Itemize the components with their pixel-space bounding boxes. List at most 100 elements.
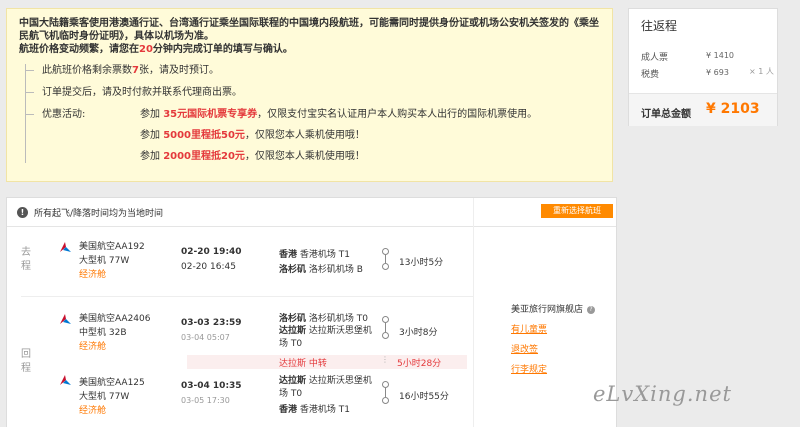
- return-leg1-arrival-time: 03-04 05:07: [181, 333, 230, 342]
- refund-change-link[interactable]: 退改签: [511, 342, 538, 355]
- promo3-post: ，仅限您本人乘机使用哦！: [244, 151, 365, 162]
- american-airlines-logo-icon: [60, 242, 71, 252]
- route-line: [385, 388, 386, 397]
- outbound-departure-time: 02-20 19:40: [181, 247, 242, 257]
- outbound-dep-airport-name: 香港机场 T1: [299, 250, 350, 260]
- transfer-city-name: 达拉斯: [279, 359, 307, 369]
- notice-panel: 中国大陆籍乘客使用港澳通行证、台湾通行证乘坐国际联程的中国境内段航班，可能需同时…: [6, 8, 613, 182]
- baggage-rules-link[interactable]: 行李规定: [511, 362, 547, 375]
- outbound-airline: 美国航空AA192: [79, 242, 145, 252]
- notice-list: 此航班价格剩余票数7张，请及时预订。 订单提交后，请及时付款并联系代理商出票。 …: [25, 64, 602, 163]
- return-leg1-duration: 3小时8分: [399, 328, 438, 338]
- outbound-departure-airport: 香港 香港机场 T1: [279, 247, 350, 260]
- return-leg1-cabin: 经济舱: [79, 342, 107, 352]
- notice-promotions: 优惠活动: 参加 35元国际机票专享券，仅限支付宝实名认证用户本人购买本人出行的…: [26, 108, 602, 163]
- outbound-label: 去程: [21, 247, 31, 272]
- route-start-dot: [382, 316, 389, 323]
- remaining-text-post: 张，请及时预订。: [138, 65, 219, 76]
- promo2-post: ，仅限您本人乘机使用哦！: [244, 130, 365, 141]
- return-leg1-arr-city: 达拉斯: [279, 326, 307, 336]
- passenger-count: × 1 人: [749, 67, 774, 76]
- transfer-row: 达拉斯 中转 ⋮ 5小时28分: [187, 355, 467, 369]
- notice-remaining-tickets: 此航班价格剩余票数7张，请及时预订。: [26, 64, 602, 77]
- segment-separator: [21, 296, 473, 297]
- total-row: 订单总金额 ¥ 2103: [629, 93, 777, 126]
- return-leg2-dep-city: 达拉斯: [279, 376, 307, 386]
- american-airlines-logo-icon: [60, 375, 71, 385]
- tax-value: ¥ 693: [706, 68, 729, 77]
- notice-id-requirement: 中国大陆籍乘客使用港澳通行证、台湾通行证乘坐国际联程的中国境内段航班，可能需同时…: [19, 18, 599, 42]
- return-leg1-dep-airport-name: 洛杉矶机场 T0: [308, 314, 368, 324]
- return-leg2-arrival-time: 03-05 17:30: [181, 396, 230, 405]
- return-leg1-departure-time: 03-03 23:59: [181, 318, 242, 328]
- american-airlines-logo-icon: [60, 314, 71, 324]
- price-change-text-post: 分钟内完成订单的填写与确认。: [152, 44, 293, 55]
- price-change-text-pre: 航班价格变动频繁，请您在: [19, 44, 139, 55]
- promo-row-1: 优惠活动: 参加 35元国际机票专享券，仅限支付宝实名认证用户本人购买本人出行的…: [42, 108, 602, 121]
- trip-type-title: 往返程: [641, 19, 678, 33]
- return-leg1-dep-city: 洛杉矶: [279, 314, 307, 324]
- info-icon: !: [17, 206, 28, 218]
- outbound-arr-airport-name: 洛杉矶机场 B: [308, 265, 363, 275]
- promo1-post: ，仅限支付宝实名认证用户本人购买本人出行的国际机票使用。: [257, 109, 538, 120]
- return-leg2-airline: 美国航空AA125: [79, 378, 145, 388]
- promo-row-2: 参加 5000里程抵50元，仅限您本人乘机使用哦！: [42, 129, 602, 142]
- notice-payment: 订单提交后，请及时付款并联系代理商出票。: [26, 86, 602, 99]
- total-label: 订单总金额: [641, 109, 691, 120]
- outbound-arrival-time: 02-20 16:45: [181, 262, 236, 272]
- price-change-minutes: 20: [139, 44, 153, 55]
- return-leg2-arr-city: 香港: [279, 405, 298, 415]
- outbound-cabin: 经济舱: [79, 270, 107, 280]
- remaining-text-pre: 此航班价格剩余票数: [42, 65, 132, 76]
- transfer-dots-icon: ⋮: [381, 355, 389, 364]
- promo3-highlight: 2000里程抵20元: [163, 151, 245, 162]
- info-icon: ?: [587, 306, 596, 314]
- promo-row-3: 参加 2000里程抵20元，仅限您本人乘机使用哦！: [42, 150, 602, 163]
- return-leg2-cabin: 经济舱: [79, 406, 107, 416]
- return-leg2-aircraft: 大型机 77W: [79, 392, 130, 402]
- route-start-dot: [382, 381, 389, 388]
- child-ticket-link[interactable]: 有儿童票: [511, 322, 547, 335]
- return-leg2-arrival-airport: 香港 香港机场 T1: [279, 402, 350, 415]
- notice-price-change: 航班价格变动频繁，请您在20分钟内完成订单的填写与确认。: [19, 43, 602, 56]
- route-line: [385, 255, 386, 263]
- total-amount: ¥ 2103: [706, 101, 760, 117]
- promo1-pre: 参加: [140, 109, 160, 120]
- reselect-flight-button[interactable]: 重新选择航班: [541, 204, 613, 218]
- return-leg1-airline: 美国航空AA2406: [79, 314, 151, 324]
- return-leg1-aircraft: 中型机 32B: [79, 328, 127, 338]
- transfer-duration: 5小时28分: [397, 359, 442, 369]
- remaining-count: 7: [132, 65, 139, 76]
- return-leg1-departure-airport: 洛杉矶 洛杉矶机场 T0: [279, 311, 368, 324]
- price-summary-panel: 往返程 成人票 ¥ 1410 税费 ¥ 693 × 1 人 订单总金额 ¥ 21…: [628, 8, 778, 126]
- return-leg2-departure-time: 03-04 10:35: [181, 381, 242, 391]
- outbound-arr-city: 洛杉矶: [279, 265, 307, 275]
- return-leg1-arrival-airport: 达拉斯 达拉斯沃思堡机场 T0: [279, 325, 379, 351]
- promo-label: 优惠活动:: [42, 109, 86, 120]
- adult-fare-value: ¥ 1410: [706, 51, 734, 60]
- return-leg2-duration: 16小时55分: [399, 392, 449, 402]
- promo1-highlight: 35元国际机票专享券: [163, 109, 258, 120]
- route-end-dot: [382, 332, 389, 339]
- local-time-note: 所有起飞/降落时间均为当地时间: [34, 208, 164, 219]
- adult-fare-label: 成人票: [641, 53, 669, 63]
- route-start-dot: [382, 248, 389, 255]
- promo3-pre: 参加: [140, 151, 160, 162]
- route-end-dot: [382, 397, 389, 404]
- return-leg2-departure-airport: 达拉斯 达拉斯沃思堡机场 T0: [279, 375, 379, 401]
- return-label: 回程: [21, 349, 31, 374]
- tax-label: 税费: [641, 70, 660, 80]
- agent-store-name[interactable]: 美亚旅行网旗舰店: [511, 305, 583, 315]
- route-end-dot: [382, 263, 389, 270]
- return-leg2-arr-airport-name: 香港机场 T1: [299, 405, 350, 415]
- watermark: eLvXing.net: [593, 382, 732, 406]
- agent-store[interactable]: 美亚旅行网旗舰店?: [511, 302, 596, 315]
- route-line: [385, 323, 386, 332]
- promo2-highlight: 5000里程抵50元: [163, 130, 245, 141]
- outbound-aircraft: 大型机 77W: [79, 256, 130, 266]
- transfer-city: 达拉斯 中转: [279, 356, 327, 369]
- promo2-pre: 参加: [140, 130, 160, 141]
- outbound-dep-city: 香港: [279, 250, 298, 260]
- outbound-duration: 13小时5分: [399, 258, 444, 268]
- transfer-label: 中转: [308, 359, 327, 369]
